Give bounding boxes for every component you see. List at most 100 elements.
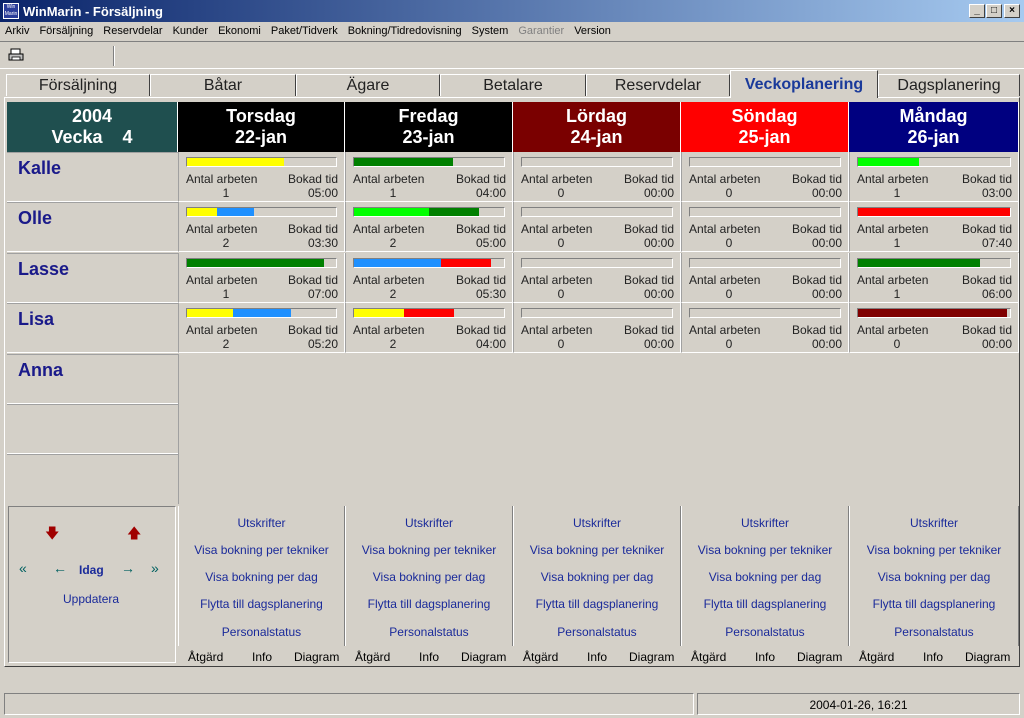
subtab[interactable]: Åtgärd [523,650,558,664]
subtab[interactable]: Åtgärd [691,650,726,664]
action-link[interactable]: Personalstatus [514,625,680,639]
menu-item-6[interactable]: Bokning/Tidredovisning [343,22,467,37]
technician-name[interactable]: Lasse [7,252,178,303]
menu-item-4[interactable]: Ekonomi [213,22,266,37]
menu-item-5[interactable]: Paket/Tidverk [266,22,343,37]
close-button[interactable]: × [1004,4,1020,18]
technician-name[interactable]: Olle [7,202,178,253]
subtab[interactable]: Info [252,650,272,664]
minimize-button[interactable]: _ [969,4,985,18]
subtab[interactable]: Info [419,650,439,664]
action-link[interactable]: Flytta till dagsplanering [682,597,848,611]
action-link[interactable]: Visa bokning per dag [850,570,1018,584]
subtab[interactable]: Info [923,650,943,664]
arrow-down-icon[interactable]: 🡇 [45,523,59,547]
action-link[interactable]: Visa bokning per dag [682,570,848,584]
action-link[interactable]: Personalstatus [682,625,848,639]
booking-cell[interactable]: Antal arbeten Bokad tid 1 03:00 [849,152,1019,202]
action-link[interactable]: Flytta till dagsplanering [179,597,344,611]
action-link[interactable]: Personalstatus [179,625,344,639]
menu-item-9[interactable]: Version [569,22,616,37]
action-link[interactable]: Visa bokning per dag [179,570,344,584]
booking-cell[interactable]: Antal arbeten Bokad tid 2 05:20 [178,303,345,354]
action-link[interactable]: Personalstatus [346,625,512,639]
booking-cell[interactable]: Antal arbeten Bokad tid 1 07:40 [849,202,1019,253]
tab-6[interactable]: Dagsplanering [878,74,1020,96]
technician-name[interactable]: Lisa [7,303,178,354]
arrow-left-icon[interactable]: ← [53,560,67,576]
action-link[interactable]: Utskrifter [179,516,344,530]
action-link[interactable]: Visa bokning per tekniker [346,543,512,557]
action-link[interactable]: Visa bokning per tekniker [514,543,680,557]
action-link[interactable]: Visa bokning per tekniker [850,543,1018,557]
menu-item-1[interactable]: Försäljning [34,22,98,37]
subtab[interactable]: Diagram [629,650,674,664]
action-link[interactable]: Visa bokning per tekniker [682,543,848,557]
arrow-right-icon[interactable]: → [121,560,135,576]
booking-cell[interactable]: Antal arbeten Bokad tid 2 03:30 [178,202,345,253]
menu-item-2[interactable]: Reservdelar [98,22,167,37]
day-header[interactable]: Söndag 25-jan [681,102,849,152]
action-link[interactable]: Visa bokning per dag [514,570,680,584]
menu-item-8[interactable]: Garantier [513,22,569,37]
subtab[interactable]: Diagram [294,650,339,664]
subtab[interactable]: Åtgärd [188,650,223,664]
action-link[interactable]: Utskrifter [682,516,848,530]
menu-item-0[interactable]: Arkiv [0,22,34,37]
booking-cell[interactable]: Antal arbeten Bokad tid 0 00:00 [681,202,849,253]
maximize-button[interactable]: □ [986,4,1002,18]
tab-1[interactable]: Båtar [150,74,296,96]
booking-cell[interactable]: Antal arbeten Bokad tid 1 04:00 [345,152,513,202]
subtab[interactable]: Diagram [965,650,1010,664]
booking-cell[interactable]: Antal arbeten Bokad tid 0 00:00 [513,202,681,253]
subtab[interactable]: Info [587,650,607,664]
action-link[interactable]: Flytta till dagsplanering [346,597,512,611]
booking-cell[interactable]: Antal arbeten Bokad tid 0 00:00 [681,252,849,303]
double-arrow-right-icon[interactable]: » [151,560,159,576]
arrow-up-icon[interactable]: 🡅 [127,523,141,547]
booking-cell[interactable]: Antal arbeten Bokad tid 0 00:00 [849,303,1019,354]
technician-name[interactable]: Kalle [7,152,178,202]
subtab[interactable]: Åtgärd [355,650,390,664]
action-link[interactable]: Flytta till dagsplanering [514,597,680,611]
booking-cell[interactable]: Antal arbeten Bokad tid 1 06:00 [849,252,1019,303]
action-link[interactable]: Visa bokning per tekniker [179,543,344,557]
booking-cell[interactable]: Antal arbeten Bokad tid 0 00:00 [513,303,681,354]
action-link[interactable]: Personalstatus [850,625,1018,639]
today-button[interactable]: Idag [79,563,104,577]
refresh-button[interactable]: Uppdatera [63,592,119,606]
action-link[interactable]: Visa bokning per dag [346,570,512,584]
tab-3[interactable]: Betalare [440,74,586,96]
booking-cell[interactable]: Antal arbeten Bokad tid 1 07:00 [178,252,345,303]
tab-4[interactable]: Reservdelar [586,74,730,96]
subtab[interactable]: Diagram [797,650,842,664]
subtab[interactable]: Info [755,650,775,664]
technician-name[interactable]: Anna [7,353,178,404]
menu-item-7[interactable]: System [467,22,514,37]
action-link[interactable]: Utskrifter [850,516,1018,530]
booking-cell[interactable]: Antal arbeten Bokad tid 2 05:30 [345,252,513,303]
booking-cell[interactable]: Antal arbeten Bokad tid 2 04:00 [345,303,513,354]
menu-item-3[interactable]: Kunder [168,22,213,37]
booking-cell[interactable]: Antal arbeten Bokad tid 0 00:00 [513,152,681,202]
subtab[interactable]: Åtgärd [859,650,894,664]
booking-cell[interactable]: Antal arbeten Bokad tid 1 05:00 [178,152,345,202]
booking-cell[interactable]: Antal arbeten Bokad tid 0 00:00 [513,252,681,303]
day-header[interactable]: Fredag 23-jan [345,102,513,152]
action-link[interactable]: Utskrifter [514,516,680,530]
booking-cell[interactable]: Antal arbeten Bokad tid 0 00:00 [681,152,849,202]
tab-5[interactable]: Veckoplanering [730,70,878,98]
day-header[interactable]: Måndag 26-jan [849,102,1019,152]
day-header[interactable]: Torsdag 22-jan [178,102,345,152]
day-header[interactable]: Lördag 24-jan [513,102,681,152]
tab-0[interactable]: Försäljning [6,74,150,96]
booking-cell[interactable]: Antal arbeten Bokad tid 0 00:00 [681,303,849,354]
booking-cell[interactable]: Antal arbeten Bokad tid 2 05:00 [345,202,513,253]
action-link[interactable]: Utskrifter [346,516,512,530]
printer-icon[interactable] [8,48,24,62]
tab-2[interactable]: Ägare [296,74,440,96]
title-bar[interactable]: Win Marin WinMarin - Försäljning _ □ × [0,0,1024,22]
action-link[interactable]: Flytta till dagsplanering [850,597,1018,611]
subtab[interactable]: Diagram [461,650,506,664]
double-arrow-left-icon[interactable]: « [19,560,27,576]
